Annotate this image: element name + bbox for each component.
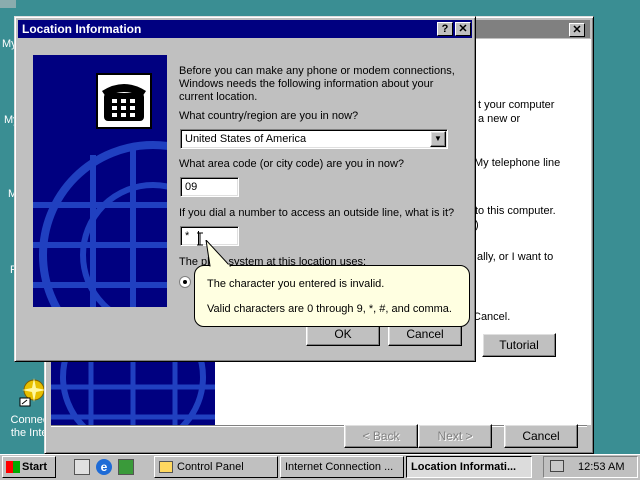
tooltip-line2: Valid characters are 0 through 9, *, #, … [207,303,452,315]
tooltip-pointer-icon [205,240,232,267]
start-button[interactable]: Start [2,456,56,478]
invalid-character-tooltip: The character you entered is invalid. Va… [194,265,470,327]
help-button[interactable]: ? [437,22,453,36]
area-code-input[interactable]: 09 [180,177,239,197]
quicklaunch-ie-icon[interactable]: e [96,459,112,475]
dialog-close-button[interactable]: ✕ [455,22,471,36]
task-label: Control Panel [177,461,244,473]
start-label: Start [22,461,48,473]
tone-radio[interactable] [179,276,191,288]
wizard-text-line: t your computer [478,99,555,111]
wizard-cancel-button[interactable]: Cancel [504,424,578,448]
network-tray-icon[interactable] [550,460,564,472]
task-location-information[interactable]: Location Informati... [406,456,532,478]
wizard-text-line: to this computer. [475,205,556,217]
wizard-text-line: My telephone line [474,157,561,169]
tutorial-button[interactable]: Tutorial [482,333,556,357]
clock[interactable]: 12:53 AM [578,461,624,473]
dialog-title: Location Information [22,22,142,36]
country-question: What country/region are you in now? [179,110,359,122]
outside-line-question: If you dial a number to access an outsid… [179,207,455,219]
back-button[interactable]: < Back [344,424,418,448]
intro-text: Before you can make any phone or modem c… [179,65,455,103]
task-label: Location Informati... [411,461,517,473]
desktop-icon-1[interactable] [0,0,16,8]
area-code-question: What area code (or city code) are you in… [179,158,405,170]
country-select-value: United States of America [185,133,307,145]
next-button[interactable]: Next > [418,424,492,448]
country-select[interactable]: United States of America ▼ [180,129,448,149]
country-dropdown-button[interactable]: ▼ [430,131,446,147]
system-tray: 12:53 AM [543,456,638,478]
wizard-text-line: ally, or I want to [477,251,554,263]
dialog-side-graphic [33,55,167,307]
task-internet-connection[interactable]: Internet Connection ... [280,456,404,478]
telephone-icon [96,73,152,129]
telephone-glyph-icon [102,84,146,121]
task-label: Internet Connection ... [285,461,394,473]
chevron-down-icon: ▼ [434,134,442,143]
dialog-titlebar: Location Information [18,20,472,38]
task-control-panel[interactable]: Control Panel [154,456,278,478]
quicklaunch-channels-icon[interactable] [118,459,134,475]
tooltip-line1: The character you entered is invalid. [207,278,385,290]
wizard-close-button[interactable]: ✕ [569,23,585,37]
windows-logo-icon [6,461,20,474]
wizard-text-line: Cancel. [473,311,511,323]
quicklaunch-desktop-icon[interactable] [74,459,90,475]
radio-dot-icon [183,280,187,284]
wizard-text-line: a new or [478,113,521,125]
mouse-pointer-icon [197,232,203,246]
control-panel-icon [159,461,173,474]
